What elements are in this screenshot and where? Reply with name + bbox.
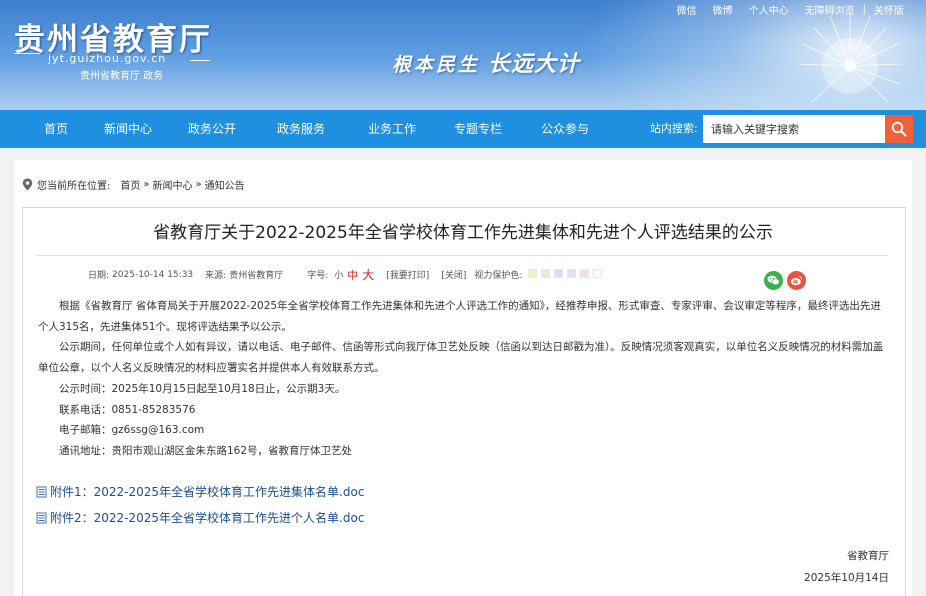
nav-item-news[interactable]: 新闻中心 <box>104 110 152 148</box>
title-divider <box>36 255 888 256</box>
top-link-wechat[interactable]: 微信 <box>669 2 705 17</box>
nav-item-business[interactable]: 业务工作 <box>368 110 416 148</box>
eye-color-swatch[interactable] <box>593 268 603 278</box>
nav-item-topics[interactable]: 专题专栏 <box>454 110 502 148</box>
font-size-large[interactable]: 大 <box>362 266 374 283</box>
site-domain: jyt.guizhou.gov.cn <box>48 52 167 65</box>
nav-item-services[interactable]: 政务服务 <box>277 110 325 148</box>
date-label: 日期: <box>88 271 110 281</box>
logo-divider-right <box>190 60 210 61</box>
weibo-icon <box>790 276 803 286</box>
publish-date: 2025-10-14 15:33 <box>112 269 194 280</box>
source-label: 来源: <box>205 271 227 281</box>
slogan-part1: 根本民生 <box>392 54 481 76</box>
eye-color-swatch[interactable] <box>580 268 590 278</box>
article-meta: 日期: 2025-10-14 15:33 来源: 贵州省教育厅 字号: 小 中 … <box>88 266 606 283</box>
eye-protection-swatches <box>528 268 606 281</box>
breadcrumb-prefix: 您当前所在位置: <box>37 181 111 192</box>
wechat-icon <box>767 275 780 286</box>
font-size-small[interactable]: 小 <box>334 268 343 281</box>
eye-color-swatch[interactable] <box>541 268 551 278</box>
article-paragraph: 电子邮箱：gz6ssg@163.com <box>59 424 205 437</box>
logo-divider-left <box>14 53 40 54</box>
breadcrumb-item-home[interactable]: 首页 <box>120 177 140 192</box>
eye-color-swatch[interactable] <box>528 268 538 278</box>
slogan-part2: 长远大计 <box>488 51 581 77</box>
attachment-link-2[interactable]: 附件2：2022-2025年全省学校体育工作先进个人名单.doc <box>36 509 364 526</box>
article-paragraph: 公示时间：2025年10月15日起至10月18日止，公示期3天。 <box>59 382 346 395</box>
top-links: 微信 微博 个人中心 无障碍浏览 | 关怀版 <box>669 2 912 17</box>
breadcrumb-item-notices[interactable]: 通知公告 <box>205 177 245 192</box>
signature-org: 省教育厅 <box>847 550 889 562</box>
signature-date: 2025年10月14日 <box>804 572 889 584</box>
print-link[interactable]: [我要打印] <box>386 268 429 281</box>
article-title: 省教育厅关于2022-2025年全省学校体育工作先进集体和先进个人评选结果的公示 <box>153 223 773 243</box>
document-icon <box>36 512 47 524</box>
nav-item-government-affairs[interactable]: 政务公开 <box>188 110 236 148</box>
article-paragraph: 联系电话：0851-85283576 <box>59 403 196 416</box>
source-value: 贵州省教育厅 <box>229 271 284 281</box>
site-header: 贵州省教育厅 jyt.guizhou.gov.cn 贵州省教育厅 政务 根本民生… <box>0 0 926 110</box>
top-link-personal-center[interactable]: 个人中心 <box>741 2 797 17</box>
breadcrumb: 您当前所在位置: 首页 » 新闻中心 » 通知公告 <box>22 177 245 192</box>
eye-color-swatch[interactable] <box>554 268 564 278</box>
top-link-separator: | <box>862 4 866 15</box>
search-input[interactable] <box>703 115 886 143</box>
breadcrumb-separator: » <box>195 179 202 190</box>
attachment-label[interactable]: 附件1：2022-2025年全省学校体育工作先进集体名单.doc <box>50 483 364 500</box>
slogan: 根本民生 长远大计 <box>392 46 580 78</box>
font-size-medium[interactable]: 中 <box>347 267 358 283</box>
article-body: 根据《省教育厅 省体育局关于开展2022-2025年全省学校体育工作先进集体和先… <box>38 296 890 462</box>
top-link-care-version[interactable]: 关怀版 <box>866 2 912 17</box>
nav-item-home[interactable]: 首页 <box>44 110 68 148</box>
top-link-accessibility[interactable]: 无障碍浏览 <box>797 2 863 17</box>
share-wechat-button[interactable] <box>764 271 783 290</box>
article-paragraph: 公示期间，任何单位或个人如有异议，请以电话、电子邮件、信函等形式向我厅体卫艺处反… <box>38 341 884 375</box>
article-paragraph: 根据《省教育厅 省体育局关于开展2022-2025年全省学校体育工作先进集体和先… <box>38 300 881 333</box>
search-label: 站内搜索: <box>650 122 698 135</box>
eye-color-swatch[interactable] <box>567 268 577 278</box>
share-weibo-button[interactable] <box>787 271 806 290</box>
dandelion-icon <box>797 14 903 103</box>
attachment-label[interactable]: 附件2：2022-2025年全省学校体育工作先进个人名单.doc <box>50 509 364 526</box>
close-link[interactable]: [关闭] <box>441 268 466 281</box>
document-icon <box>36 486 47 498</box>
site-subtitle: 贵州省教育厅 政务 <box>80 71 164 82</box>
location-pin-icon <box>22 178 33 191</box>
search-button[interactable] <box>885 115 913 143</box>
attachment-link-1[interactable]: 附件1：2022-2025年全省学校体育工作先进集体名单.doc <box>36 483 364 500</box>
fontsize-label: 字号: <box>307 271 329 281</box>
breadcrumb-separator: » <box>143 179 150 190</box>
nav-item-public-participation[interactable]: 公众参与 <box>541 110 589 148</box>
eye-protection-label: 视力保护色: <box>474 271 523 281</box>
article-paragraph: 通讯地址：贵阳市观山湖区金朱东路162号，省教育厅体卫艺处 <box>59 444 353 457</box>
search-icon <box>891 121 907 137</box>
top-link-weibo[interactable]: 微博 <box>705 2 741 17</box>
breadcrumb-item-news[interactable]: 新闻中心 <box>153 177 193 192</box>
